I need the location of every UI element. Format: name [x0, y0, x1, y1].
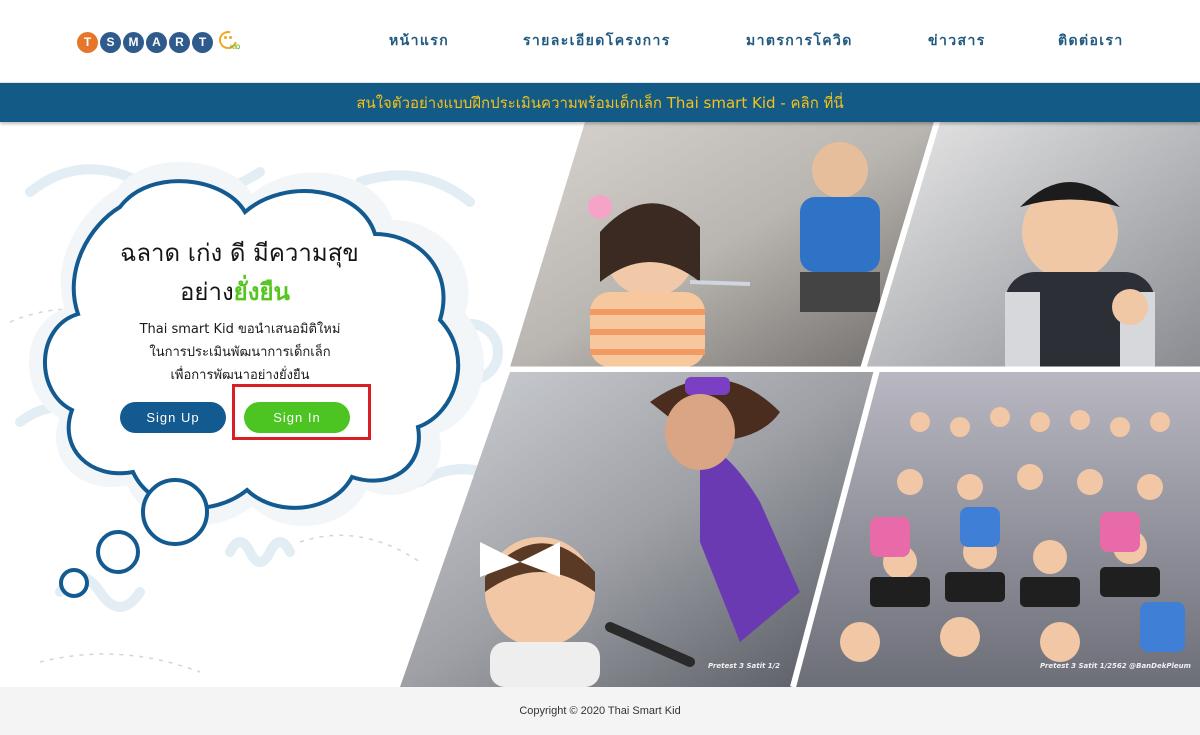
sign-up-button[interactable]: Sign Up — [120, 402, 226, 433]
photo-caption-right: Pretest 3 Satit 1/2562 @BanDekPleum — [1040, 662, 1191, 670]
classroom-photos — [400, 122, 1200, 687]
photo-collage: Pretest 3 Satit 1/2 Pretest 3 Satit 1/25… — [400, 122, 1200, 687]
hero-section: ฉลาด เก่ง ดี มีความสุข อย่างยั่งยืน Thai… — [0, 122, 1200, 687]
banner-link[interactable]: สนใจตัวอย่างแบบฝึกประเมินความพร้อมเด็กเล… — [356, 91, 843, 115]
nav-item-contact[interactable]: ติดต่อเรา — [1058, 30, 1124, 52]
hero-description: Thai smart Kid ขอนำเสนอมิติใหม่ ในการประ… — [120, 318, 360, 387]
site-header: T S M A R T KID หน้าแรก รายละเอียดโครงกา… — [0, 0, 1200, 83]
site-footer: Copyright © 2020 Thai Smart Kid — [0, 687, 1200, 735]
copyright-text: Copyright © 2020 Thai Smart Kid — [519, 705, 681, 717]
sign-in-highlight-box — [232, 384, 371, 440]
nav-item-covid-measures[interactable]: มาตรการโควิด — [746, 30, 853, 52]
headline-prefix: อย่าง — [180, 278, 234, 306]
announcement-banner: สนใจตัวอย่างแบบฝึกประเมินความพร้อมเด็กเล… — [0, 83, 1200, 122]
hero-headline: ฉลาด เก่ง ดี มีความสุข — [120, 239, 359, 267]
headline-accent: ยั่งยืน — [233, 278, 290, 306]
nav-item-home[interactable]: หน้าแรก — [389, 30, 449, 52]
hero-headline-line2: อย่างยั่งยืน — [180, 272, 290, 311]
nav-item-project-details[interactable]: รายละเอียดโครงการ — [523, 30, 671, 52]
main-nav: หน้าแรก รายละเอียดโครงการ มาตรการโควิด ข… — [0, 30, 1200, 54]
desc-line: ในการประเมินพัฒนาการเด็กเล็ก — [149, 345, 331, 360]
desc-line: Thai smart Kid ขอนำเสนอมิติใหม่ — [139, 322, 341, 337]
nav-item-news[interactable]: ข่าวสาร — [928, 30, 986, 52]
photo-caption-left: Pretest 3 Satit 1/2 — [708, 662, 781, 670]
